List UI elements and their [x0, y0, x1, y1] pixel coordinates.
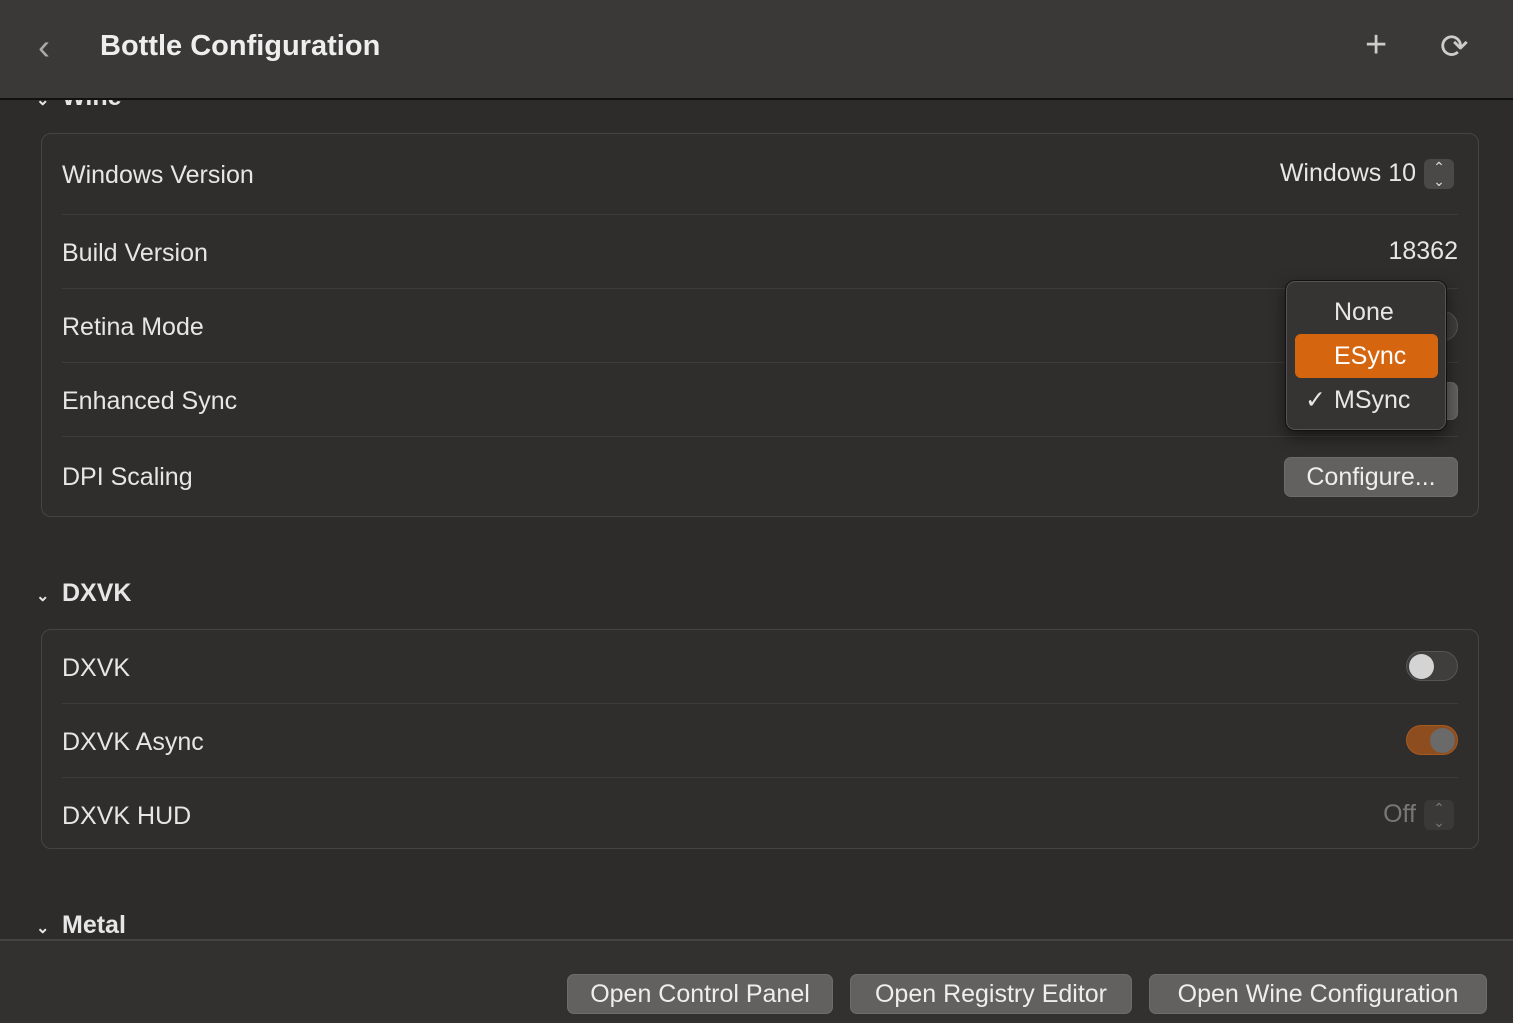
section-metal-header[interactable]: ⌄ Metal	[36, 911, 126, 940]
label: Enhanced Sync	[62, 387, 238, 415]
row-enhanced-sync: Enhanced Sync	[62, 363, 1458, 437]
label: Build Version	[62, 239, 208, 267]
label: MSync	[1334, 386, 1411, 414]
open-control-panel-button[interactable]: Open Control Panel	[567, 974, 833, 1014]
value: Off	[1383, 800, 1416, 828]
row-dpi-scaling: DPI Scaling Configure...	[62, 437, 1458, 515]
label: ESync	[1334, 342, 1407, 370]
label: Retina Mode	[62, 313, 204, 341]
chevron-down-icon: ⌄	[36, 920, 50, 937]
label: DXVK HUD	[62, 802, 192, 830]
open-wine-configuration-button[interactable]: Open Wine Configuration	[1149, 974, 1487, 1014]
footer: Open Control Panel Open Registry Editor …	[0, 939, 1513, 1023]
dxvk-toggle[interactable]	[1406, 651, 1458, 681]
row-dxvk-hud: DXVK HUD Off ⌃ ⌄	[62, 778, 1458, 852]
refresh-icon[interactable]: ⟳	[1440, 27, 1469, 67]
row-retina-mode: Retina Mode	[62, 289, 1458, 363]
wine-group: Windows Version Windows 10 ⌃ ⌄ Build Versi…	[41, 133, 1479, 517]
build-version-field[interactable]: 18362	[1388, 237, 1458, 266]
row-build-version: Build Version 18362	[62, 215, 1458, 289]
row-dxvk: DXVK	[62, 630, 1458, 704]
dxvk-group: DXVK DXVK Async DXVK HUD Off ⌃ ⌄	[41, 629, 1479, 849]
label: Windows Version	[62, 161, 254, 189]
dxvk-hud-select[interactable]: Off ⌃ ⌄	[1383, 800, 1454, 831]
value: Windows 10	[1279, 159, 1416, 187]
page-title: Bottle Configuration	[100, 30, 381, 62]
windows-version-select[interactable]: Windows 10 ⌃ ⌄	[1279, 159, 1454, 190]
row-windows-version: Windows Version Windows 10 ⌃ ⌄	[62, 137, 1458, 215]
checkmark-icon: ✓	[1305, 386, 1326, 414]
label: None	[1334, 298, 1394, 326]
dxvk-async-toggle[interactable]	[1406, 725, 1458, 755]
back-chevron-left-icon[interactable]: ‹	[38, 26, 50, 68]
section-dxvk-header[interactable]: ⌄ DXVK	[36, 579, 131, 608]
label: DXVK Async	[62, 728, 204, 756]
up-down-chevron-icon: ⌃ ⌄	[1424, 800, 1454, 831]
label: DXVK	[62, 654, 131, 682]
row-dxvk-async: DXVK Async	[62, 704, 1458, 778]
menu-item-esync[interactable]: ESync	[1295, 334, 1438, 378]
configure-button[interactable]: Configure...	[1284, 457, 1458, 497]
plus-icon[interactable]: +	[1365, 24, 1387, 67]
open-registry-editor-button[interactable]: Open Registry Editor	[850, 974, 1132, 1014]
menu-item-msync[interactable]: ✓ MSync	[1295, 378, 1438, 422]
enhanced-sync-menu: None ESync ✓ MSync	[1285, 280, 1447, 431]
chevron-down-icon: ⌄	[36, 588, 50, 605]
label: DPI Scaling	[62, 463, 193, 491]
menu-item-none[interactable]: None	[1295, 290, 1438, 334]
header: ‹ Bottle Configuration + ⟳	[0, 0, 1513, 100]
up-down-chevron-icon: ⌃ ⌄	[1424, 159, 1454, 190]
